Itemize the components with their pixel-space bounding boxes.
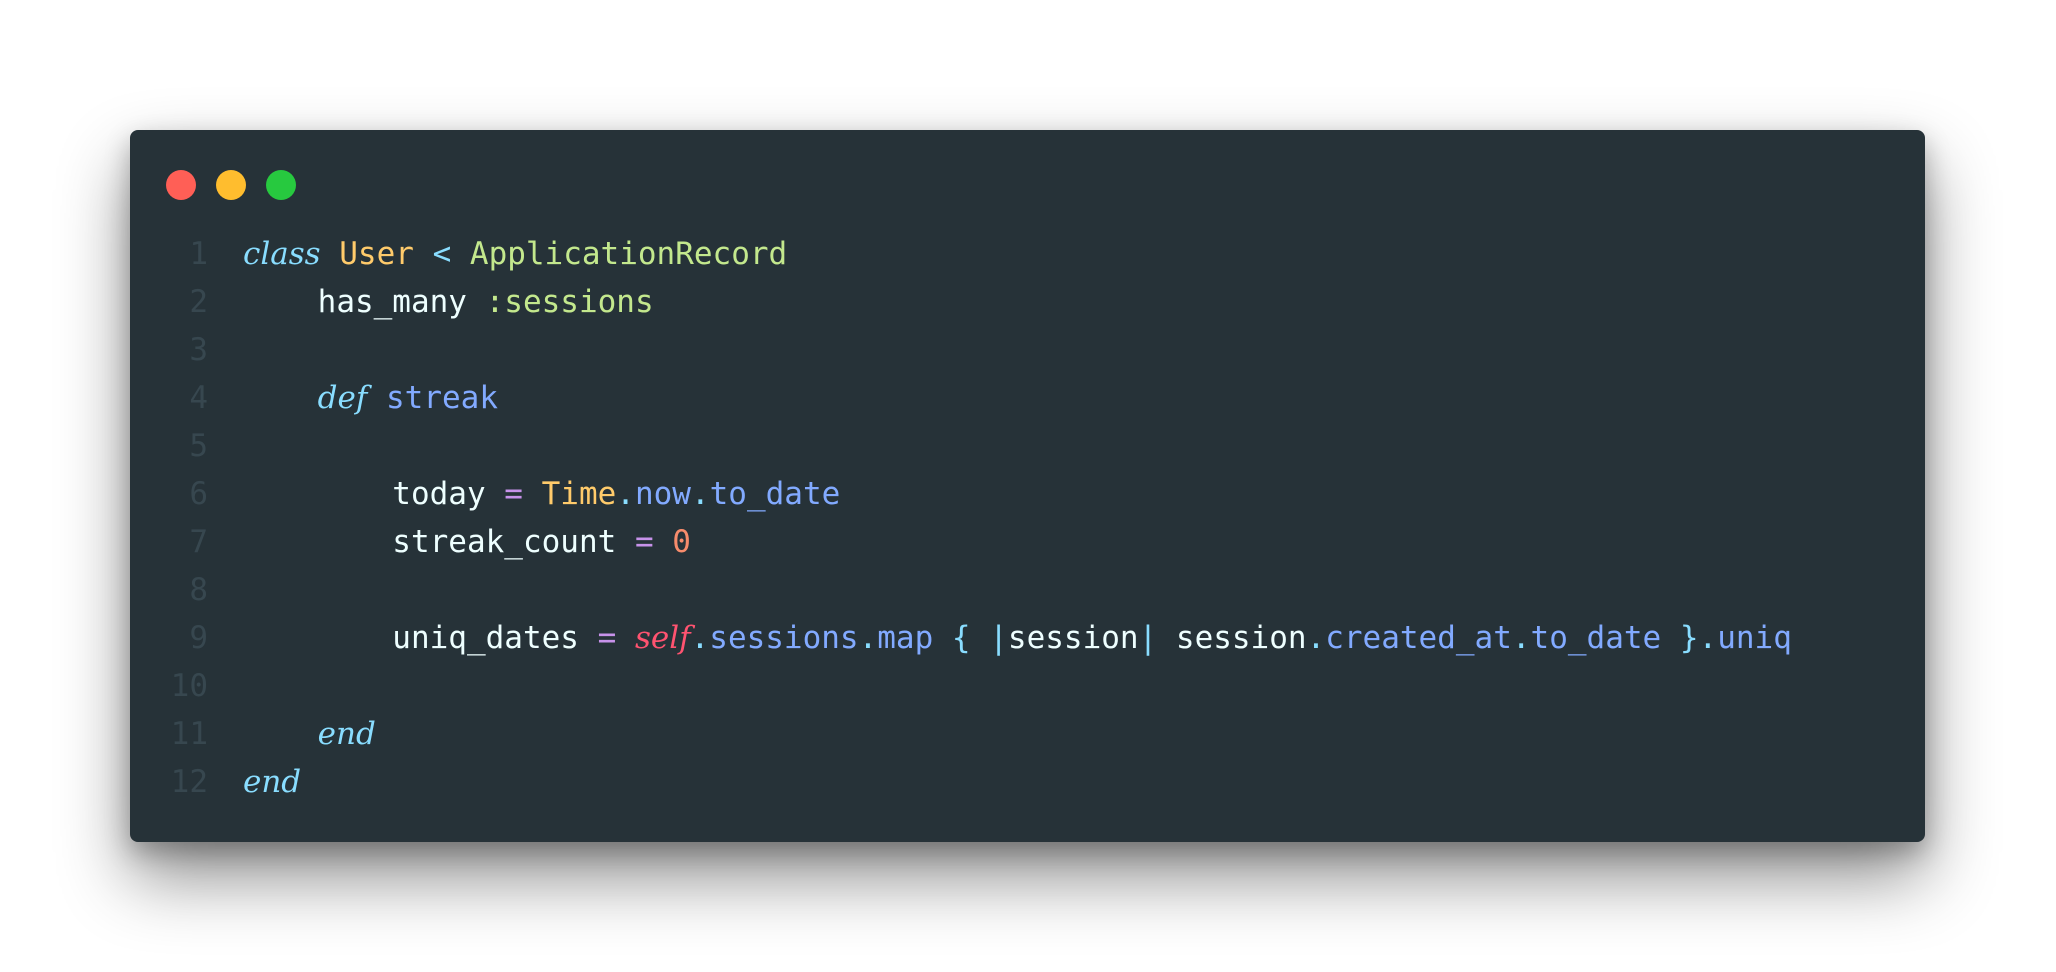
line-number: 6 [189,476,208,512]
code-token: def [317,380,368,416]
code-token: . [616,476,635,512]
code-token: Time [541,476,617,512]
line-number: 1 [189,236,208,272]
code-token: to_date [709,476,841,512]
maximize-dot-icon[interactable] [266,170,296,200]
code-token: . [1698,620,1718,656]
line-source: today = Time.now.to_date [243,470,840,518]
code-token: session [1007,620,1139,656]
code-token: ApplicationRecord [469,236,788,272]
line-number: 5 [189,428,208,464]
code-token: class [243,236,321,272]
code-token: uniq_dates [243,620,598,656]
code-token: uniq [1717,620,1792,656]
code-token: { | [933,620,1008,656]
code-token: } [1661,620,1699,656]
line-number: 10 [170,668,208,704]
line-source: def streak [243,374,498,422]
minimize-dot-icon[interactable] [216,170,246,200]
code-token: . [690,620,710,656]
code-window: 1 class User < ApplicationRecord 2 has_man… [130,130,1925,842]
line-source: end [243,758,301,806]
close-dot-icon[interactable] [166,170,196,200]
code-token: self [634,620,691,656]
code-token: end [317,716,376,752]
line-number: 12 [170,764,208,800]
code-token: :sessions [485,284,654,320]
code-token: now [634,476,691,512]
code-token: streak [386,380,498,416]
line-number: 8 [189,572,208,608]
code-token: map [877,620,934,656]
code-token: . [690,476,710,512]
code-token: = [634,524,654,560]
code-token: . [1306,620,1326,656]
code-token: has_many [243,284,486,320]
line-source: has_many :sessions [243,278,654,326]
code-token: . [858,620,878,656]
code-token: session [1175,620,1307,656]
code-token: User [339,236,414,272]
line-number: 11 [170,716,208,752]
code-token: streak_count [243,524,635,560]
code-token: < [413,236,470,272]
code-token: . [1511,620,1531,656]
line-number: 4 [189,380,208,416]
code-token: created_at [1325,620,1512,656]
line-source: streak_count = 0 [243,518,691,566]
line-number: 7 [189,524,208,560]
code-token: sessions [709,620,859,656]
line-source: class User < ApplicationRecord [243,230,787,278]
code-token: today [243,476,505,512]
code-token: end [243,764,302,800]
line-number: 9 [189,620,208,656]
code-token: to_date [1530,620,1662,656]
line-number: 2 [189,284,208,320]
line-source: uniq_dates = self.sessions.map { |sessio… [243,614,1792,662]
code-token: 0 [672,524,691,560]
code-token: = [504,476,523,512]
line-number: 3 [189,332,208,368]
code-token: | [1138,620,1176,656]
line-source: end [243,710,376,758]
code-token: = [597,620,617,656]
